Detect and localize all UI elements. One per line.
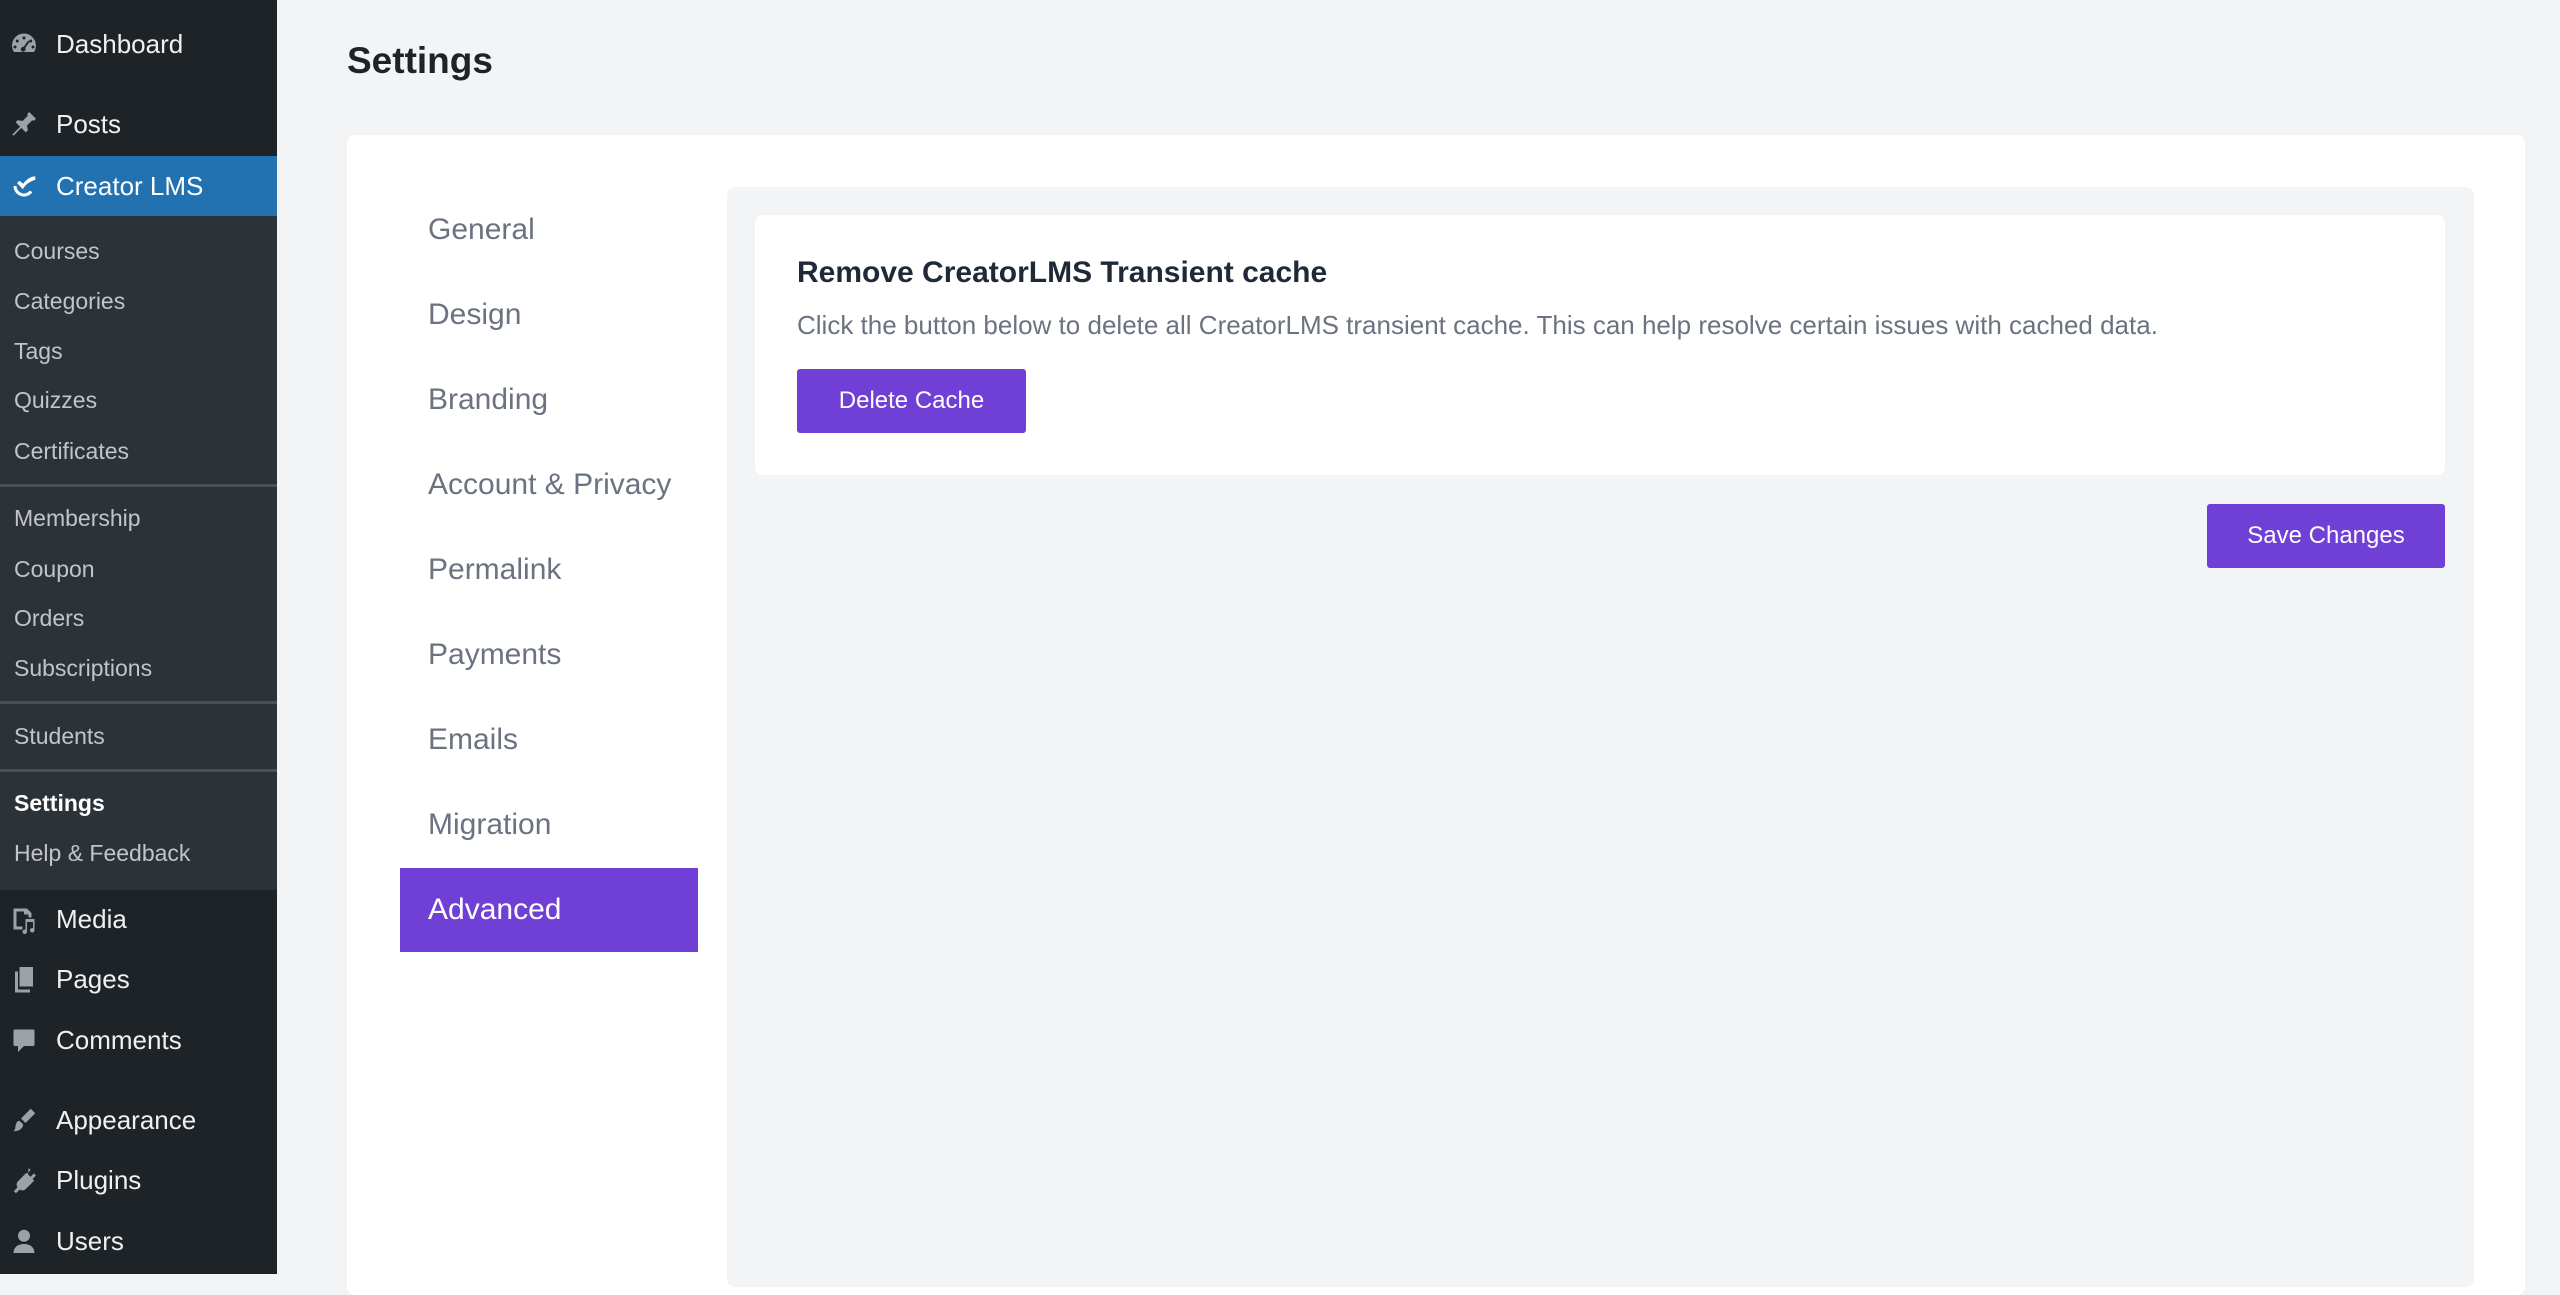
brush-icon — [8, 1104, 40, 1136]
submenu-students[interactable]: Students — [14, 723, 105, 750]
menu-posts[interactable]: Posts — [0, 100, 277, 148]
submenu-courses[interactable]: Courses — [14, 238, 100, 265]
pin-icon — [8, 108, 40, 140]
tab-migration[interactable]: Migration — [400, 783, 698, 867]
menu-plugins[interactable]: Plugins — [0, 1156, 277, 1204]
transient-cache-card — [755, 215, 2445, 475]
menu-label: Users — [56, 1225, 124, 1256]
menu-appearance[interactable]: Appearance — [0, 1096, 277, 1144]
page-title: Settings — [347, 40, 493, 81]
tab-general[interactable]: General — [400, 188, 698, 272]
cache-section-title: Remove CreatorLMS Transient cache — [797, 256, 1328, 289]
media-icon — [8, 903, 40, 935]
menu-label: Plugins — [56, 1164, 142, 1195]
tab-advanced[interactable]: Advanced — [400, 868, 698, 952]
submenu-coupon[interactable]: Coupon — [14, 556, 95, 583]
tab-account-privacy[interactable]: Account & Privacy — [400, 443, 698, 527]
dashboard-icon — [8, 28, 40, 60]
tab-payments[interactable]: Payments — [400, 613, 698, 697]
menu-label: Creator LMS — [56, 170, 204, 201]
submenu-divider — [0, 701, 277, 704]
menu-label: Media — [56, 903, 127, 934]
menu-label: Posts — [56, 108, 122, 139]
submenu-orders[interactable]: Orders — [14, 605, 84, 632]
creator-lms-submenu: Courses Categories Tags Quizzes Certific… — [0, 216, 277, 890]
submenu-membership[interactable]: Membership — [14, 505, 141, 532]
submenu-quizzes[interactable]: Quizzes — [14, 387, 97, 414]
menu-comments[interactable]: Comments — [0, 1016, 277, 1064]
submenu-divider — [0, 484, 277, 487]
save-changes-button[interactable]: Save Changes — [2207, 504, 2445, 568]
submenu-divider — [0, 769, 277, 772]
submenu-certificates[interactable]: Certificates — [14, 438, 129, 465]
menu-media[interactable]: Media — [0, 895, 277, 943]
plugin-icon — [8, 1164, 40, 1196]
cache-section-description: Click the button below to delete all Cre… — [797, 310, 2158, 340]
tab-branding[interactable]: Branding — [400, 358, 698, 442]
tab-design[interactable]: Design — [400, 273, 698, 357]
menu-dashboard[interactable]: Dashboard — [0, 20, 277, 68]
submenu-categories[interactable]: Categories — [14, 288, 125, 315]
menu-label: Pages — [56, 963, 130, 994]
menu-users[interactable]: Users — [0, 1217, 277, 1265]
pages-icon — [8, 963, 40, 995]
submenu-tags[interactable]: Tags — [14, 338, 63, 365]
tab-permalink[interactable]: Permalink — [400, 528, 698, 612]
admin-sidebar: Dashboard Posts Creator LMS Courses Cate… — [0, 0, 277, 1274]
menu-pages[interactable]: Pages — [0, 955, 277, 1003]
comment-icon — [8, 1024, 40, 1056]
menu-label: Appearance — [56, 1104, 197, 1135]
user-icon — [8, 1225, 40, 1257]
creator-lms-icon — [8, 170, 40, 202]
submenu-help-feedback[interactable]: Help & Feedback — [14, 840, 190, 867]
menu-label: Comments — [56, 1024, 182, 1055]
menu-label: Dashboard — [56, 28, 184, 59]
menu-creator-lms[interactable]: Creator LMS — [0, 156, 277, 216]
tab-emails[interactable]: Emails — [400, 698, 698, 782]
submenu-settings[interactable]: Settings — [14, 790, 105, 817]
delete-cache-button[interactable]: Delete Cache — [797, 369, 1026, 433]
submenu-subscriptions[interactable]: Subscriptions — [14, 655, 152, 682]
